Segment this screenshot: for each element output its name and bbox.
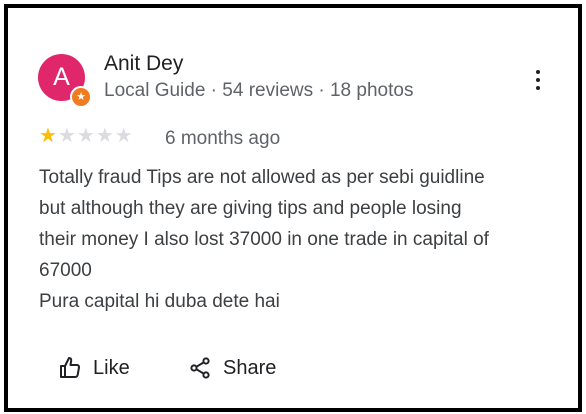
reviewer-meta: Local Guide · 54 reviews · 18 photos (104, 80, 414, 101)
share-label: Share (223, 356, 277, 379)
more-options-icon[interactable] (532, 68, 544, 92)
review-text: Totally fraud Tips are not allowed as pe… (39, 162, 564, 317)
star-filled-icon: ★ (39, 125, 57, 147)
review-time: 6 months ago (165, 128, 281, 149)
star-icon: ★ (76, 90, 86, 103)
review-line: 67000 (39, 260, 92, 281)
thumbs-up-icon (58, 356, 82, 380)
local-guide-badge: ★ (70, 86, 92, 108)
star-rating: ★ ★ ★ ★ ★ (39, 126, 133, 146)
star-empty-icon: ★ (76, 125, 95, 147)
reviewer-name[interactable]: Anit Dey (104, 52, 183, 76)
like-button[interactable]: Like (58, 356, 130, 380)
review-card: A ★ Anit Dey Local Guide · 54 reviews · … (4, 4, 582, 412)
share-icon (188, 356, 212, 380)
star-empty-icon: ★ (57, 125, 76, 147)
star-empty-icon: ★ (114, 125, 133, 147)
share-button[interactable]: Share (188, 356, 276, 380)
like-label: Like (93, 356, 130, 379)
review-line: but although they are giving tips and pe… (39, 198, 462, 219)
avatar-letter: A (53, 63, 70, 91)
review-line: their money I also lost 37000 in one tra… (39, 229, 489, 250)
review-line: Totally fraud Tips are not allowed as pe… (39, 167, 485, 188)
star-empty-icon: ★ (95, 125, 114, 147)
review-line: Pura capital hi duba dete hai (39, 291, 280, 312)
